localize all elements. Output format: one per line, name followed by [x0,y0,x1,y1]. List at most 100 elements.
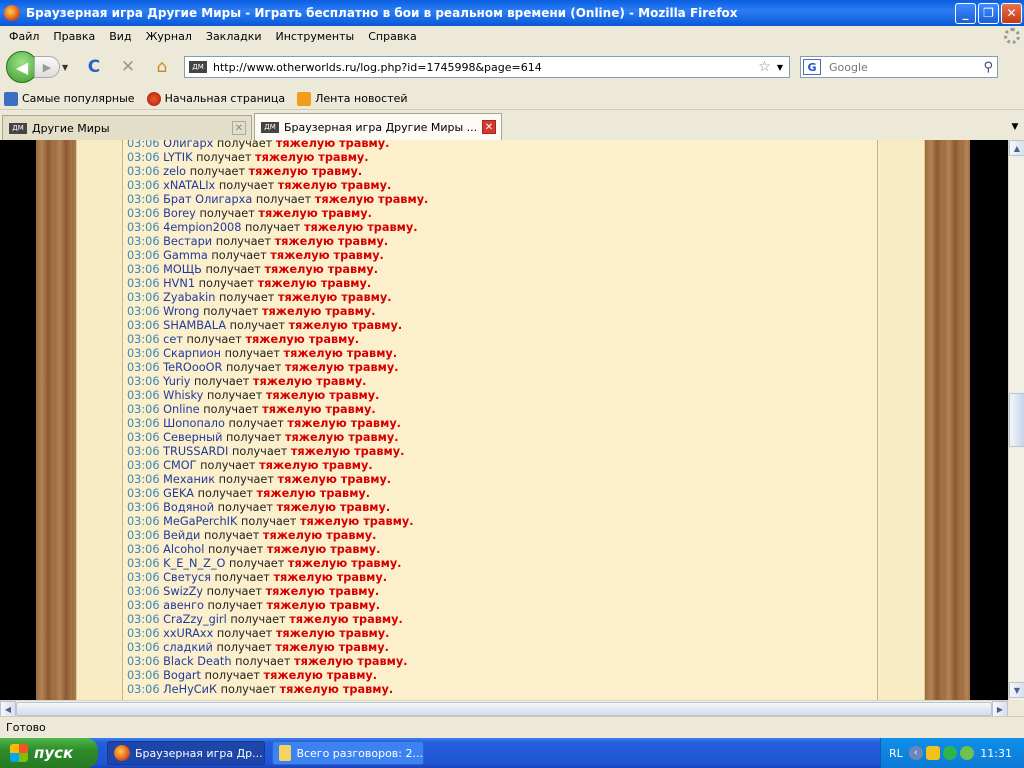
menu-help[interactable]: Справка [361,30,423,43]
firefox-icon [4,5,20,21]
log-player-link[interactable]: Северный [163,431,222,444]
clover-icon[interactable] [959,746,974,760]
battle-log-list: 03:06 Олигарх получает тяжелую травму. 03… [127,140,428,697]
language-indicator[interactable]: RL [889,747,903,760]
log-player-link[interactable]: SHAMBALA [163,319,226,332]
log-player-link[interactable]: MeGaPerchIK [163,515,237,528]
log-player-link[interactable]: K_E_N_Z_O [163,557,225,570]
log-player-link[interactable]: Wrong [163,305,199,318]
log-player-link[interactable]: Gamma [163,249,208,262]
menu-file[interactable]: Файл [2,30,46,43]
scroll-up-button[interactable]: ▲ [1009,140,1024,156]
log-player-link[interactable]: Брат Олигарха [163,193,252,206]
log-player-link[interactable]: Вестари [163,235,212,248]
log-player-link[interactable]: HVN1 [163,277,195,290]
search-icon[interactable]: ⚲ [983,60,993,75]
tray-arrow-icon[interactable]: ‹ [908,746,923,760]
menu-bookmarks[interactable]: Закладки [199,30,269,43]
log-player-link[interactable]: Yuriy [163,375,190,388]
tab-close-icon[interactable]: ✕ [482,120,496,134]
scroll-right-button[interactable]: ▶ [992,701,1008,717]
log-player-link[interactable]: 4empion2008 [163,221,241,234]
log-player-link[interactable]: Black Death [163,655,231,668]
forward-button[interactable]: ▶ [34,56,60,78]
home-icon[interactable]: ⌂ [150,55,174,79]
log-player-link[interactable]: TRUSSARDI [163,445,228,458]
log-player-link[interactable]: xxURAxx [163,627,213,640]
scroll-thumb[interactable] [1009,393,1024,447]
log-player-link[interactable]: LYTIK [163,151,192,164]
tab-list-dropdown-icon[interactable]: ▼ [1006,115,1024,139]
search-bar[interactable]: G ⚲ [800,56,998,78]
history-dropdown-icon[interactable]: ▼ [62,63,72,72]
log-verb: получает [200,459,256,472]
log-player-link[interactable]: Скарпион [163,347,221,360]
log-player-link[interactable]: GEKA [163,487,194,500]
bookmark-most-visited[interactable]: Самые популярные [4,91,135,106]
stop-icon[interactable]: ✕ [116,55,140,79]
url-bar[interactable]: ДМ ☆ ▼ [184,56,790,78]
minimize-button[interactable]: _ [955,2,976,24]
log-player-link[interactable]: TeROooOR [163,361,222,374]
tab-browser-game[interactable]: ДМ Браузерная игра Другие Миры ... ✕ [254,113,502,140]
log-player-link[interactable]: СМОГ [163,459,196,472]
scroll-down-button[interactable]: ▼ [1009,682,1024,698]
security-shield-icon[interactable] [925,746,940,760]
url-dropdown-icon[interactable]: ▼ [777,63,783,72]
log-verb: получает [204,669,260,682]
page-viewport: 03:06 Олигарх получает тяжелую травму. 03… [0,140,1008,700]
log-player-link[interactable]: сет [163,333,183,346]
log-trauma: тяжелую травму. [245,333,359,346]
menu-history[interactable]: Журнал [139,30,199,43]
site-favicon: ДМ [189,61,207,73]
log-verb: получает [196,151,252,164]
log-player-link[interactable]: Светуся [163,571,211,584]
log-player-link[interactable]: zelo [163,165,186,178]
scroll-left-button[interactable]: ◀ [0,701,16,717]
bookmark-news-feed[interactable]: Лента новостей [297,91,408,106]
restore-button[interactable]: ❐ [978,2,999,24]
tab-close-icon[interactable]: ✕ [232,121,246,135]
log-player-link[interactable]: Borey [163,207,196,220]
tab-drugie-miry[interactable]: ДМ Другие Миры ✕ [2,115,252,140]
log-player-link[interactable]: Олигарх [163,140,213,150]
url-input[interactable] [213,60,759,74]
taskbar-chat-window[interactable]: Всего разговоров: 2... [272,741,424,765]
log-player-link[interactable]: Механик [163,473,215,486]
log-player-link[interactable]: SwizZy [163,585,203,598]
horizontal-scroll-thumb[interactable] [16,702,992,716]
menu-view[interactable]: Вид [102,30,138,43]
log-player-link[interactable]: Водяной [163,501,214,514]
log-time: 03:06 [127,669,160,682]
bookmark-label: Самые популярные [22,92,135,105]
icq-icon[interactable] [942,746,957,760]
search-input[interactable] [821,60,984,74]
start-button[interactable]: пуск [0,738,98,768]
menu-tools[interactable]: Инструменты [269,30,362,43]
log-player-link[interactable]: Whisky [163,389,203,402]
log-player-link[interactable]: МОЩЬ [163,263,202,276]
vertical-scrollbar[interactable]: ▲ ▼ [1008,140,1024,700]
log-player-link[interactable]: ЛеНуСиК [163,683,217,696]
menu-edit[interactable]: Правка [46,30,102,43]
log-player-link[interactable]: Zyabakin [163,291,215,304]
reload-icon[interactable]: C [82,55,106,79]
log-trauma: тяжелую травму. [256,487,371,500]
log-player-link[interactable]: сладкий [163,641,213,654]
log-player-link[interactable]: Bogart [163,669,201,682]
window-titlebar[interactable]: Браузерная игра Другие Миры - Играть бес… [0,0,1024,26]
log-time: 03:06 [127,319,160,332]
log-player-link[interactable]: Alcohol [163,543,204,556]
log-player-link[interactable]: авенго [163,599,204,612]
bookmark-star-icon[interactable]: ☆ [758,59,771,75]
log-player-link[interactable]: Шопопало [163,417,225,430]
log-player-link[interactable]: xNATALIx [163,179,215,192]
log-player-link[interactable]: Online [163,403,199,416]
bookmark-start-page[interactable]: Начальная страница [146,91,285,106]
horizontal-scrollbar[interactable]: ◀ ▶ [0,700,1008,717]
search-engine-icon[interactable]: G [803,59,821,75]
taskbar-firefox-window[interactable]: Браузерная игра Др... [107,741,265,765]
close-window-button[interactable]: ✕ [1001,2,1022,24]
log-player-link[interactable]: Вейди [163,529,200,542]
log-player-link[interactable]: CraZzy_girl [163,613,227,626]
